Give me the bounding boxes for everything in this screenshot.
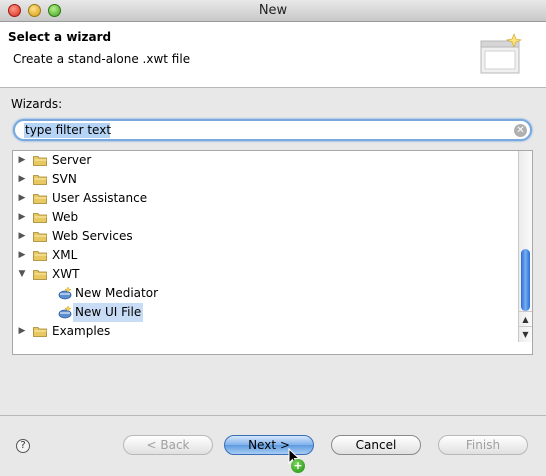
scroll-up-arrow[interactable]: ▲ bbox=[519, 311, 532, 327]
tree-item-label: Web Services bbox=[52, 229, 133, 243]
folder-icon bbox=[33, 194, 47, 204]
expand-right-icon[interactable]: ▶ bbox=[17, 151, 27, 170]
folder-icon bbox=[33, 156, 47, 166]
tree-folder-item[interactable]: ▶ SVN bbox=[13, 170, 518, 189]
filter-input[interactable] bbox=[25, 122, 505, 138]
cancel-button[interactable]: Cancel bbox=[331, 435, 421, 455]
page-description: Create a stand-alone .xwt file bbox=[13, 52, 191, 66]
folder-icon bbox=[33, 175, 47, 185]
finish-button[interactable]: Finish bbox=[438, 435, 528, 455]
back-button[interactable]: < Back bbox=[123, 435, 213, 455]
filter-field[interactable]: ✕ bbox=[13, 119, 532, 141]
tree-item-label: XWT bbox=[52, 267, 80, 281]
tree-folder-item[interactable]: ▶ Examples bbox=[13, 322, 518, 341]
expand-down-icon[interactable]: ▼ bbox=[17, 265, 27, 284]
tree-folder-item[interactable]: ▶ Server bbox=[13, 151, 518, 170]
tree-wizard-item[interactable]: New Mediator bbox=[13, 284, 518, 303]
wizard-file-icon bbox=[58, 286, 72, 300]
title-bar: New bbox=[0, 0, 546, 22]
wizards-label: Wizards: bbox=[11, 97, 63, 111]
scrollbar-thumb[interactable] bbox=[521, 249, 530, 311]
tree-item-label: User Assistance bbox=[52, 191, 148, 205]
wizard-file-icon bbox=[58, 305, 72, 319]
tree-item-label: New Mediator bbox=[75, 286, 159, 300]
tree-item-label: SVN bbox=[52, 172, 77, 186]
expand-right-icon[interactable]: ▶ bbox=[17, 246, 27, 265]
tree-wizard-item[interactable]: New UI File bbox=[13, 303, 518, 322]
next-button[interactable]: Next > bbox=[224, 435, 314, 455]
copy-plus-icon: + bbox=[291, 459, 305, 473]
tree-item-label: Server bbox=[52, 153, 92, 167]
folder-icon bbox=[33, 251, 47, 261]
tree-folder-item[interactable]: ▼ XWT bbox=[13, 265, 518, 284]
expand-right-icon[interactable]: ▶ bbox=[17, 208, 27, 227]
clear-icon[interactable]: ✕ bbox=[514, 124, 527, 137]
folder-icon bbox=[33, 327, 47, 337]
tree-item-label: XML bbox=[52, 248, 78, 262]
folder-icon bbox=[33, 232, 47, 242]
scroll-down-arrow[interactable]: ▼ bbox=[519, 326, 532, 342]
expand-right-icon[interactable]: ▶ bbox=[17, 170, 27, 189]
wizard-tree[interactable]: ▶ Server ▶ SVN ▶ User Assistance ▶ Web ▶ Web Serv… bbox=[12, 150, 533, 343]
folder-icon bbox=[33, 213, 47, 223]
tree-item-label: New UI File bbox=[73, 303, 144, 322]
tree-folder-item[interactable]: ▶ Web bbox=[13, 208, 518, 227]
tree-item-label: Web bbox=[52, 210, 79, 224]
window-title: New bbox=[258, 3, 288, 18]
wizard-header: Select a wizard Create a stand-alone .xw… bbox=[0, 22, 546, 88]
expand-right-icon[interactable]: ▶ bbox=[17, 322, 27, 341]
folder-icon bbox=[33, 270, 47, 280]
tree-folder-item[interactable]: ▶ User Assistance bbox=[13, 189, 518, 208]
tree-folder-item[interactable]: ▶ XML bbox=[13, 246, 518, 265]
button-bar-separator bbox=[0, 415, 546, 416]
expand-right-icon[interactable]: ▶ bbox=[17, 227, 27, 246]
wizard-banner-icon bbox=[480, 33, 523, 74]
help-icon[interactable]: ? bbox=[16, 439, 30, 453]
page-title: Select a wizard bbox=[8, 30, 112, 44]
tree-footer bbox=[12, 342, 533, 355]
tree-folder-item[interactable]: ▶ Web Services bbox=[13, 227, 518, 246]
expand-right-icon[interactable]: ▶ bbox=[17, 189, 27, 208]
tree-item-label: Examples bbox=[52, 324, 111, 338]
tree-scrollbar[interactable]: ▲ ▼ bbox=[518, 151, 532, 342]
